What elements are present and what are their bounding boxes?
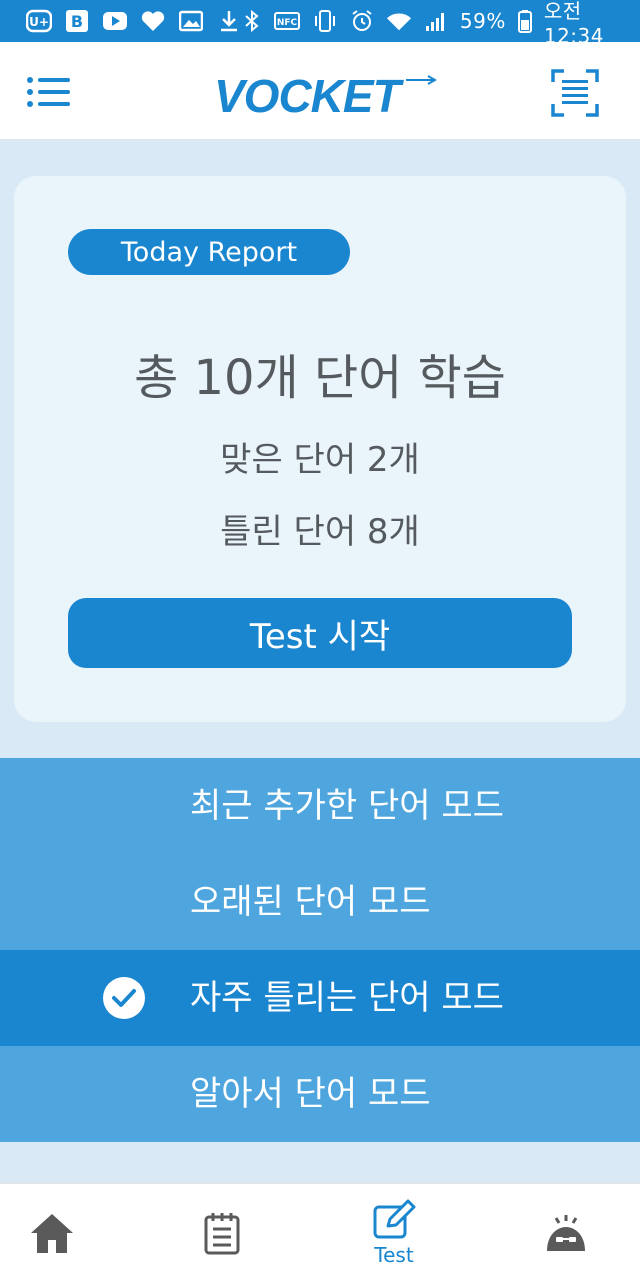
mode-label: 알아서 단어 모드 xyxy=(190,1074,431,1114)
logo-text: VOCKET xyxy=(214,70,405,120)
app-header: VOCKET xyxy=(0,42,640,140)
today-report-badge: Today Report xyxy=(68,229,350,275)
image-icon xyxy=(178,8,204,34)
nfc-icon: NFC xyxy=(273,8,300,34)
mode-item-frequent-wrong[interactable]: 자주 틀리는 단어 모드 xyxy=(0,950,640,1046)
bluetooth-icon xyxy=(242,8,262,34)
clock: 오전 12:34 xyxy=(543,0,604,48)
notes-icon xyxy=(204,1212,240,1254)
mode-label: 자주 틀리는 단어 모드 xyxy=(190,978,504,1018)
heart-icon xyxy=(140,8,166,34)
user-icon xyxy=(547,1214,585,1251)
mode-label: 오래된 단어 모드 xyxy=(190,882,431,922)
vibrate-icon xyxy=(312,8,338,34)
check-icon xyxy=(102,976,146,1020)
signal-icon xyxy=(424,8,448,34)
battery-percent: 59% xyxy=(459,9,506,33)
mode-label: 최근 추가한 단어 모드 xyxy=(190,786,504,826)
correct-words-text: 맞은 단어 2개 xyxy=(220,440,420,480)
nav-profile[interactable] xyxy=(532,1184,600,1280)
svg-text:U+: U+ xyxy=(29,15,49,29)
status-bar: U+ B NFC 59% 오전 12:34 xyxy=(0,0,640,48)
vocket-logo: VOCKET xyxy=(210,64,440,122)
today-report-card: Today Report 총 10개 단어 학습 맞은 단어 2개 틀린 단어 … xyxy=(14,176,626,722)
wrong-words-text: 틀린 단어 8개 xyxy=(220,512,420,552)
mode-item-auto[interactable]: 알아서 단어 모드 xyxy=(0,1046,640,1142)
scan-icon xyxy=(551,69,599,117)
menu-list-icon xyxy=(27,77,70,107)
svg-text:B: B xyxy=(71,12,83,31)
edit-icon xyxy=(373,1199,416,1238)
scan-button[interactable] xyxy=(550,68,600,118)
home-icon xyxy=(31,1213,73,1253)
menu-button[interactable] xyxy=(26,76,72,108)
nav-notes[interactable] xyxy=(188,1184,256,1280)
mode-item-recent[interactable]: 최근 추가한 단어 모드 xyxy=(0,758,640,854)
u-plus-icon: U+ xyxy=(26,8,52,34)
status-right-icons: NFC 59% 오전 12:34 xyxy=(242,0,624,48)
total-words-text: 총 10개 단어 학습 xyxy=(134,350,506,406)
nfc-label: NFC xyxy=(277,18,298,28)
start-test-button[interactable]: Test 시작 xyxy=(68,598,572,668)
status-left-icons: U+ B xyxy=(26,8,242,34)
youtube-icon xyxy=(102,8,128,34)
mode-item-old[interactable]: 오래된 단어 모드 xyxy=(0,854,640,950)
wifi-icon xyxy=(386,8,412,34)
nav-home[interactable] xyxy=(18,1184,86,1280)
bottom-nav: Test xyxy=(0,1183,640,1280)
download-icon xyxy=(216,8,242,34)
nav-test-label: Test xyxy=(374,1242,414,1267)
b-icon: B xyxy=(64,8,90,34)
mode-list: 최근 추가한 단어 모드 오래된 단어 모드 자주 틀리는 단어 모드 알아서 … xyxy=(0,758,640,1142)
alarm-icon xyxy=(350,8,374,34)
battery-icon xyxy=(517,8,532,34)
nav-test[interactable]: Test xyxy=(356,1184,432,1280)
